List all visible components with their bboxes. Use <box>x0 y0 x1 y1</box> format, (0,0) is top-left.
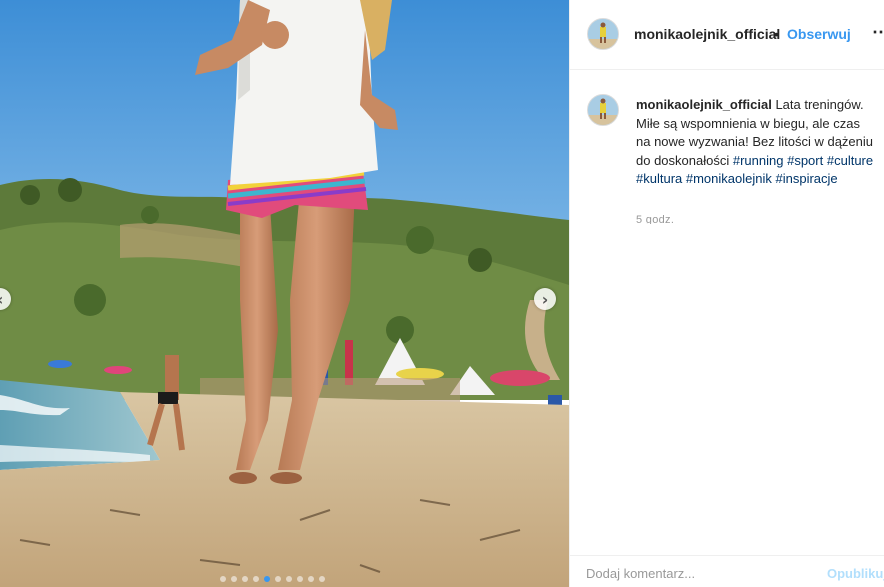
chevron-left-icon: ‹ <box>0 290 3 309</box>
comment-input[interactable] <box>586 562 786 584</box>
post-sidebar: monikaolejnik_official • Obserwuj ⋯ moni… <box>569 0 884 587</box>
carousel-dot <box>253 576 259 582</box>
carousel-dot <box>275 576 281 582</box>
carousel-dot <box>220 576 226 582</box>
avatar[interactable] <box>587 18 619 50</box>
comment-composer: Opublikuj <box>570 555 884 587</box>
carousel-next-button[interactable]: › <box>534 288 556 310</box>
post-header: monikaolejnik_official • Obserwuj ⋯ <box>570 0 884 70</box>
post-timestamp: 5 godz. <box>636 214 675 224</box>
caption-username[interactable]: monikaolejnik_official <box>636 97 772 112</box>
beach-running-photo <box>0 0 569 587</box>
carousel-dot-active <box>264 576 270 582</box>
separator-dot: • <box>774 26 779 42</box>
caption-text: monikaolejnik_official Lata treningów. M… <box>636 96 876 189</box>
chevron-right-icon: › <box>541 289 549 309</box>
hashtag-link[interactable]: #sport <box>787 153 823 168</box>
carousel-dot <box>319 576 325 582</box>
carousel-dot <box>242 576 248 582</box>
carousel-dot <box>308 576 314 582</box>
avatar[interactable] <box>587 94 619 126</box>
header-username[interactable]: monikaolejnik_official <box>634 26 780 42</box>
hashtag-link[interactable]: #inspiracje <box>776 171 838 186</box>
publish-button[interactable]: Opublikuj <box>827 566 884 581</box>
hashtag-link[interactable]: #kultura <box>636 171 682 186</box>
more-options-icon[interactable]: ⋯ <box>872 22 884 43</box>
follow-button[interactable]: Obserwuj <box>787 26 851 42</box>
carousel-dot <box>297 576 303 582</box>
post-photo[interactable]: ‹ › <box>0 0 569 587</box>
carousel-dot <box>286 576 292 582</box>
hashtag-link[interactable]: #culture <box>827 153 873 168</box>
carousel-indicator <box>220 576 325 582</box>
hashtag-link[interactable]: #monikaolejnik <box>686 171 772 186</box>
carousel-dot <box>231 576 237 582</box>
hashtag-link[interactable]: #running <box>733 153 784 168</box>
